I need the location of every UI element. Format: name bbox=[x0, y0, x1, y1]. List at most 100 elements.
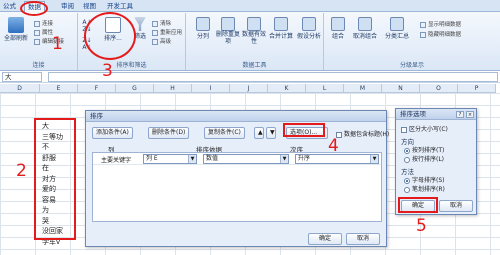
tab-formulas[interactable]: 公式 bbox=[0, 1, 19, 12]
sort-on-select[interactable]: 数值 ▼ bbox=[203, 154, 289, 164]
sort-dialog-title: 排序 bbox=[86, 111, 386, 122]
copy-level-button[interactable]: 复制条件(C) bbox=[204, 127, 245, 139]
sort-dialog: 排序 添加条件(A) 删除条件(D) 复制条件(C) ▲ ▼ 选项(O)... … bbox=[85, 110, 389, 247]
hide-detail-item[interactable]: 隐藏明细数据 bbox=[420, 30, 461, 38]
show-detail-icon bbox=[420, 21, 426, 28]
columns-icon bbox=[196, 17, 210, 31]
reapply-icon bbox=[152, 29, 158, 36]
text-to-columns-button[interactable]: 分列 bbox=[192, 17, 214, 40]
annotation-number: 4 bbox=[328, 136, 339, 156]
tab-developer[interactable]: 开发工具 bbox=[104, 1, 136, 12]
connections-item[interactable]: 连接 bbox=[34, 19, 53, 27]
clear-icon bbox=[152, 20, 158, 27]
group-icon bbox=[331, 17, 345, 31]
chevron-down-icon: ▼ bbox=[370, 155, 378, 163]
what-if-button[interactable]: 假设分析 bbox=[296, 17, 322, 40]
show-detail-item[interactable]: 显示明细数据 bbox=[420, 20, 461, 28]
group-button[interactable]: 组合 bbox=[328, 17, 348, 40]
group-label-connections: 连接 bbox=[32, 62, 45, 69]
group-connections: 全部刷新 连接 属性 编辑链接 连接 bbox=[0, 13, 78, 70]
reapply-item[interactable]: 重新应用 bbox=[152, 28, 182, 36]
tab-view[interactable]: 视图 bbox=[80, 1, 99, 12]
tab-review[interactable]: 审阅 bbox=[58, 1, 77, 12]
group-label-outline: 分级显示 bbox=[399, 62, 424, 69]
advanced-icon bbox=[152, 38, 158, 45]
checkbox-icon bbox=[401, 126, 407, 133]
ribbon-tab-bar: 公式 数据 审阅 视图 开发工具 bbox=[0, 0, 500, 12]
column-header[interactable]: O bbox=[420, 84, 458, 93]
column-header[interactable]: D bbox=[0, 84, 40, 93]
annotation-number: 1 bbox=[52, 34, 63, 54]
group-label-data-tools: 数据工具 bbox=[242, 62, 267, 69]
move-down-button[interactable]: ▼ bbox=[266, 127, 276, 139]
ribbon: 全部刷新 连接 属性 编辑链接 连接 A↓ Z↓ Z↓ A↓ 排序... 筛选 清除… bbox=[0, 12, 500, 71]
validation-icon bbox=[247, 17, 261, 31]
sort-by-row-radio[interactable]: 按行排序(L) bbox=[404, 154, 444, 163]
annotation-number: 5 bbox=[416, 216, 427, 236]
subtotal-button[interactable]: 分类汇总 bbox=[382, 17, 412, 40]
column-header[interactable]: N bbox=[382, 84, 420, 93]
data-validation-button[interactable]: 数据有效性 bbox=[242, 17, 266, 45]
radio-on-icon bbox=[404, 177, 410, 184]
column-header[interactable]: I bbox=[192, 84, 230, 93]
delete-level-button[interactable]: 删除条件(D) bbox=[148, 127, 190, 139]
chevron-down-icon: ▼ bbox=[280, 155, 288, 163]
chevron-down-icon: ▼ bbox=[188, 155, 196, 163]
ungroup-icon bbox=[358, 17, 372, 31]
move-up-button[interactable]: ▲ bbox=[254, 127, 264, 139]
case-sensitive-checkbox[interactable]: 区分大小写(C) bbox=[401, 124, 448, 133]
annotation-number: 2 bbox=[16, 161, 27, 181]
refresh-all-button[interactable]: 全部刷新 bbox=[2, 17, 30, 42]
annotation-circle-sort-button bbox=[84, 12, 136, 60]
has-header-checkbox[interactable]: 数据包含标题(H) bbox=[336, 129, 389, 138]
sort-levels-list[interactable]: 主要关键字 列 E ▼ 数值 ▼ 升序 ▼ bbox=[92, 152, 382, 222]
funnel-icon bbox=[134, 17, 146, 31]
sort-ok-button[interactable]: 确定 bbox=[308, 233, 342, 245]
name-box[interactable]: 大 bbox=[2, 72, 42, 82]
group-data-tools: 分列 删除重复项 数据有效性 合并计算 假设分析 数据工具 bbox=[186, 13, 324, 70]
consolidate-button[interactable]: 合并计算 bbox=[268, 17, 294, 40]
edit-links-icon bbox=[34, 38, 40, 45]
what-if-icon bbox=[302, 17, 316, 31]
column-header[interactable]: K bbox=[268, 84, 306, 93]
properties-item[interactable]: 属性 bbox=[34, 28, 53, 36]
column-header[interactable]: H bbox=[154, 84, 192, 93]
remove-duplicates-button[interactable]: 删除重复项 bbox=[216, 17, 240, 45]
ungroup-button[interactable]: 取消组合 bbox=[350, 17, 380, 40]
column-header[interactable]: M bbox=[344, 84, 382, 93]
sort-cancel-button[interactable]: 取消 bbox=[346, 233, 380, 245]
letter-sort-radio[interactable]: 字母排序(S) bbox=[404, 175, 445, 184]
options-dialog-title: 排序选项 bbox=[396, 109, 476, 120]
sort-by-column-radio[interactable]: 按列排序(T) bbox=[404, 145, 444, 154]
radio-off-icon bbox=[404, 156, 410, 163]
annotation-box-options bbox=[283, 123, 325, 137]
column-select[interactable]: 列 E ▼ bbox=[143, 154, 197, 164]
stroke-sort-radio[interactable]: 笔划排序(R) bbox=[404, 184, 445, 193]
formula-bar: 大 bbox=[0, 71, 500, 83]
advanced-item[interactable]: 高级 bbox=[152, 37, 171, 45]
column-header[interactable]: P bbox=[458, 84, 496, 93]
radio-off-icon bbox=[404, 186, 410, 193]
annotation-circle-data-tab bbox=[20, 1, 48, 16]
hide-detail-icon bbox=[420, 31, 426, 38]
duplicates-icon bbox=[221, 17, 235, 31]
subtotal-icon bbox=[390, 17, 404, 31]
column-header[interactable]: L bbox=[306, 84, 344, 93]
primary-key-label: 主要关键字 bbox=[101, 157, 132, 164]
refresh-icon bbox=[8, 17, 24, 33]
clear-item[interactable]: 清除 bbox=[152, 19, 171, 27]
column-header[interactable]: F bbox=[78, 84, 116, 93]
connections-icon bbox=[34, 20, 40, 27]
consolidate-icon bbox=[274, 17, 288, 31]
column-header[interactable]: G bbox=[116, 84, 154, 93]
column-header[interactable]: J bbox=[230, 84, 268, 93]
close-icon[interactable]: × bbox=[466, 111, 474, 118]
formula-input[interactable] bbox=[48, 72, 498, 82]
options-cancel-button[interactable]: 取消 bbox=[439, 200, 473, 212]
annotation-number: 3 bbox=[102, 61, 113, 81]
properties-icon bbox=[34, 29, 40, 36]
add-level-button[interactable]: 添加条件(A) bbox=[92, 127, 133, 139]
help-icon[interactable]: ? bbox=[456, 111, 464, 118]
group-label-sort-filter: 排序和筛选 bbox=[116, 62, 147, 69]
column-header[interactable]: E bbox=[40, 84, 78, 93]
